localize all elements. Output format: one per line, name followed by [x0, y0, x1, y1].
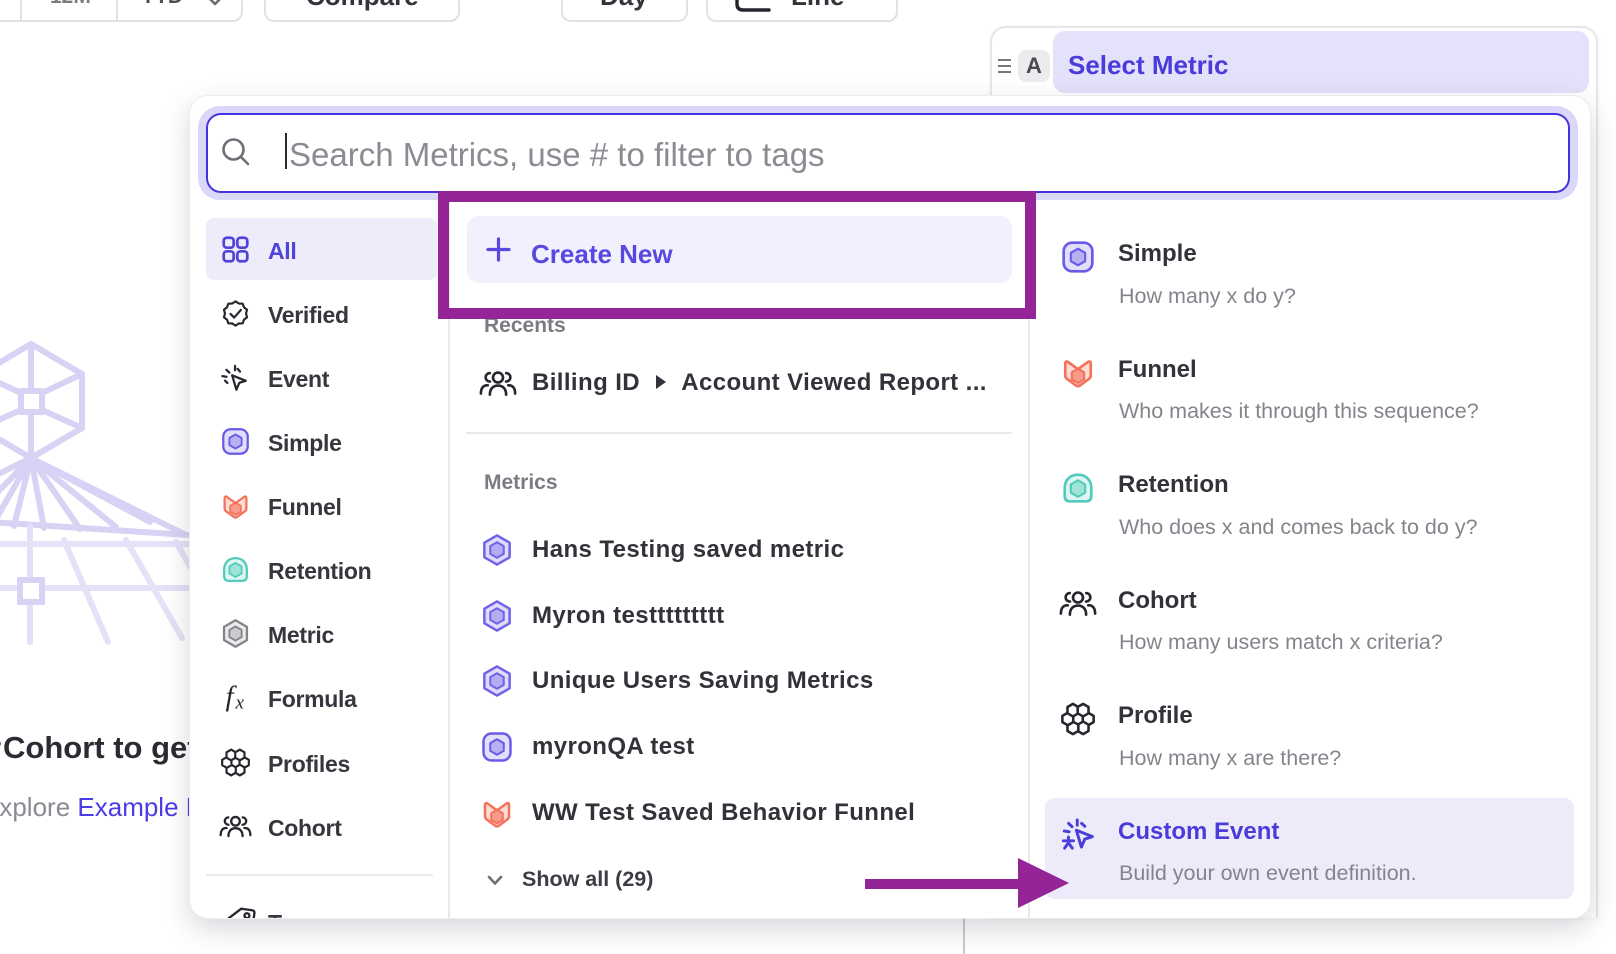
svg-text:x: x: [235, 692, 245, 712]
